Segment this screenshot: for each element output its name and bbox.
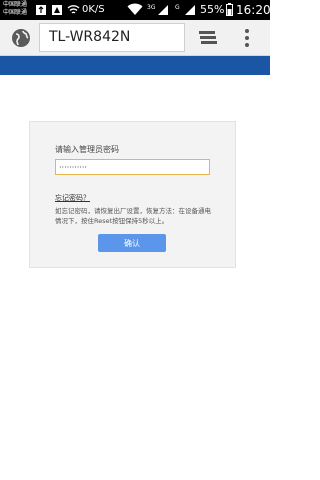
wifi-icon [126,3,144,16]
battery-percent: 55% [200,3,225,16]
forgot-password-link[interactable]: 忘记密码？ [55,193,90,203]
signal-icon [156,3,170,16]
globe-icon[interactable] [11,28,31,48]
notification-icon [50,3,64,16]
carrier-top: 中国联通 [3,1,28,8]
confirm-button[interactable]: 确认 [98,234,166,252]
browser-toolbar: TL-WR842N [0,20,270,56]
network-type-1: 3G [147,4,156,11]
password-prompt: 请输入管理员密码 [55,145,119,154]
network-speed: 0K/S [82,4,105,15]
carrier-labels: 中国联通 中国联通 [3,1,27,17]
login-card: 请输入管理员密码 忘记密码？ 如忘记密码，请恢复出厂设置，恢复方法：在设备通电情… [29,121,236,268]
signal-icon-2 [183,3,197,16]
router-header-band [0,56,270,75]
battery-icon [225,3,234,16]
overflow-menu-icon[interactable] [240,28,254,48]
reset-help-text: 如忘记密码，请恢复出厂设置，恢复方法：在设备通电情况下，按住Reset按钮保持5… [55,207,211,225]
status-bar: 中国联通 中国联通 0K/S 3G G 55% 16:20 [0,0,271,20]
clock: 16:20 [236,3,271,17]
carrier-bottom: 中国联通 [3,9,28,16]
network-type-2: G [175,4,180,11]
wifi-calling-icon [66,3,80,16]
address-bar[interactable]: TL-WR842N [39,23,185,52]
usb-icon [34,3,48,16]
tabs-icon[interactable] [198,29,218,47]
password-input[interactable] [55,159,210,175]
